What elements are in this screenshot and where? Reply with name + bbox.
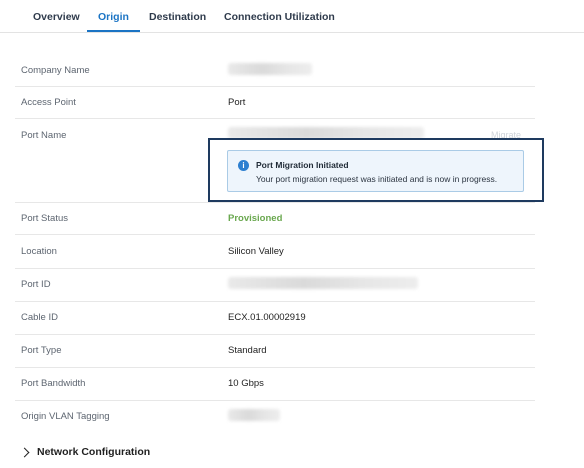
company-name-value-redacted [228,63,312,75]
tab-connection-utilization[interactable]: Connection Utilization [224,0,335,31]
chevron-right-icon [19,447,30,458]
network-configuration-label: Network Configuration [37,446,151,458]
company-name-label: Company Name [21,65,90,76]
row-location: Location Silicon Valley [15,234,535,269]
port-status-value: Provisioned [228,213,283,224]
connection-details-page: Overview Origin Destination Connection U… [0,0,584,468]
alert-title: Port Migration Initiated [256,160,349,170]
tab-destination[interactable]: Destination [149,0,206,31]
row-port-bandwidth: Port Bandwidth 10 Gbps [15,367,535,401]
access-point-label: Access Point [21,97,76,108]
row-origin-vlan-tagging: Origin VLAN Tagging [15,400,535,430]
info-icon: i [238,160,249,171]
row-company-name: Company Name [15,52,535,87]
origin-vlan-tagging-value-redacted [228,409,280,421]
row-cable-id: Cable ID ECX.01.00002919 [15,301,535,335]
row-port-id: Port ID [15,268,535,302]
location-label: Location [21,246,57,257]
tab-bar: Overview Origin Destination Connection U… [0,0,584,33]
tab-origin[interactable]: Origin [87,0,140,32]
port-migration-alert: i Port Migration Initiated Your port mig… [227,150,524,192]
row-port-status: Port Status Provisioned [15,202,535,235]
port-status-label: Port Status [21,213,68,224]
port-id-value-redacted [228,277,418,289]
cable-id-value: ECX.01.00002919 [228,312,306,323]
row-port-type: Port Type Standard [15,334,535,368]
location-value: Silicon Valley [228,246,284,257]
port-type-label: Port Type [21,345,62,356]
row-access-point: Access Point Port [15,86,535,119]
port-id-label: Port ID [21,279,51,290]
cable-id-label: Cable ID [21,312,58,323]
alert-message: Your port migration request was initiate… [256,174,498,184]
port-name-label: Port Name [21,130,67,141]
access-point-value: Port [228,97,246,108]
port-bandwidth-value: 10 Gbps [228,378,264,389]
origin-vlan-tagging-label: Origin VLAN Tagging [21,411,110,422]
port-type-value: Standard [228,345,267,356]
port-bandwidth-label: Port Bandwidth [21,378,86,389]
tab-overview[interactable]: Overview [33,0,80,31]
